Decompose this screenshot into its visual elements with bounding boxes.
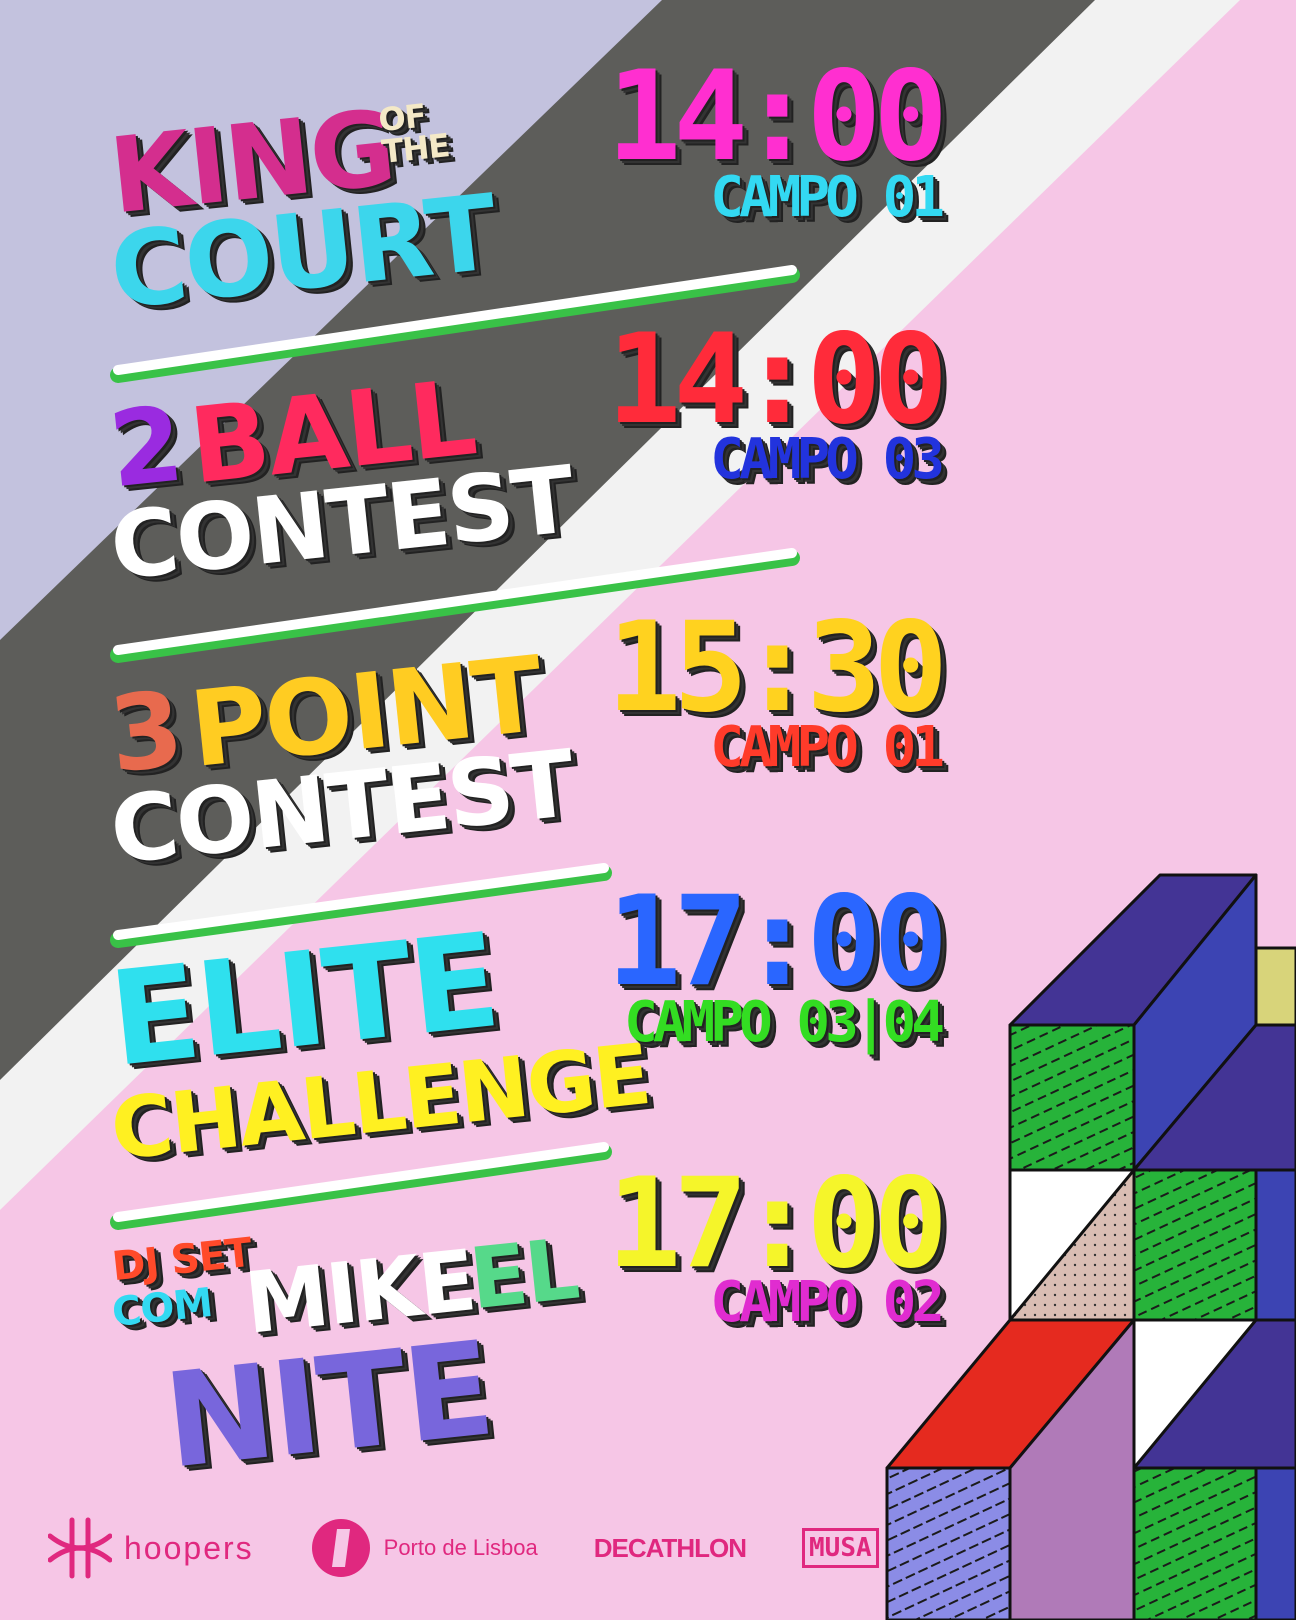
event-campo: CAMPO 01 [710, 165, 945, 230]
musa-text: MUSA [802, 1528, 879, 1568]
porto-de-lisboa-icon [311, 1519, 370, 1577]
event-title-prefix: 2 [103, 382, 187, 512]
event-title-small: OF THE [376, 96, 451, 171]
porto-de-lisboa-logo: Porto de Lisboa [310, 1517, 538, 1579]
event-time: 14:00 [606, 308, 948, 452]
event-campo: CAMPO 03 [710, 427, 945, 492]
hoopers-logo: hoopers [48, 1516, 254, 1580]
event-time: 17:00 [606, 1152, 948, 1296]
porto-de-lisboa-text: Porto de Lisboa [383, 1535, 538, 1560]
decathlon-text: DECATHLON [593, 1532, 747, 1563]
decathlon-logo: DECATHLON [593, 1532, 747, 1564]
event-title-small1: DJ SET [109, 1229, 254, 1291]
event-time: 14:00 [606, 45, 948, 189]
event-campo: CAMPO 01 [710, 715, 945, 780]
event-campo: CAMPO 03|04 [624, 990, 945, 1055]
event-time: 15:30 [606, 596, 948, 740]
event-title-line2: NITE [157, 1312, 499, 1498]
musa-logo: MUSA [802, 1528, 879, 1568]
event-title-small2: COM [109, 1279, 215, 1337]
event-time: 17:00 [606, 870, 948, 1014]
event-poster: KING OF THE COURT 14:00 CAMPO 01 2 BALL … [0, 0, 1296, 1620]
sponsor-logos: hoopers Porto de Lisboa DECATHLON MUSA [48, 1516, 879, 1580]
hoopers-text: hoopers [124, 1529, 254, 1566]
hoopers-icon [48, 1517, 112, 1579]
event-campo: CAMPO 02 [710, 1270, 945, 1335]
